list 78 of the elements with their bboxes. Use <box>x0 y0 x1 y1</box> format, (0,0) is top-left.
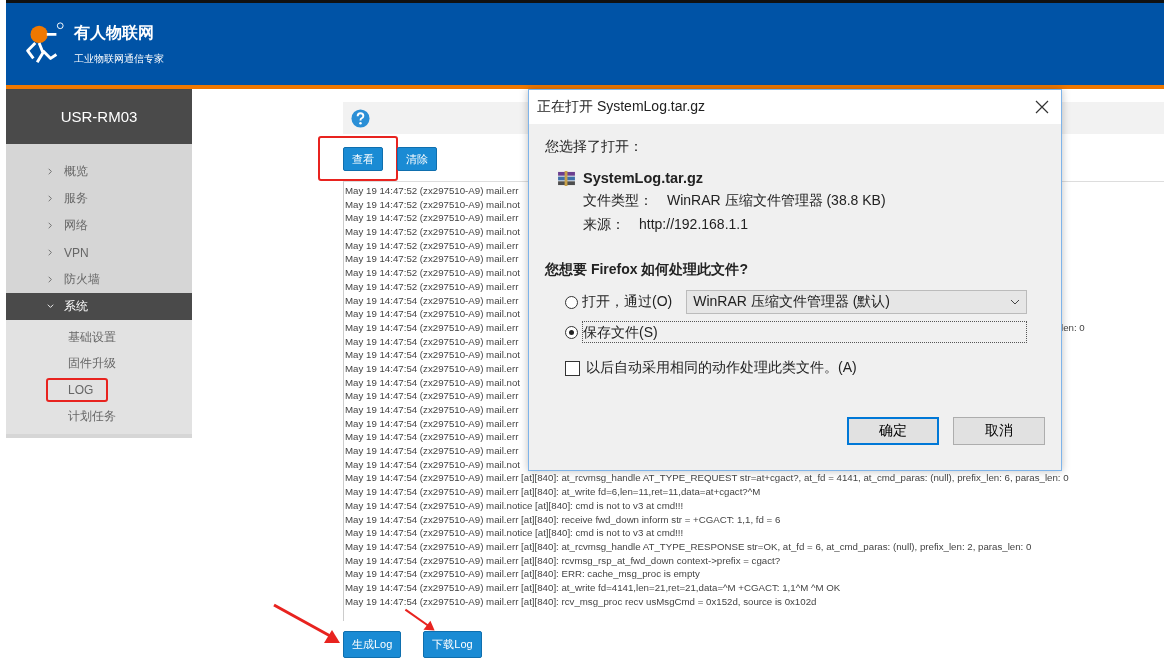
dialog-button[interactable]: 取消 <box>953 417 1045 445</box>
log-line: May 19 14:47:54 (zx297510-A9) mail.err <box>345 321 519 333</box>
sidebar-item[interactable]: 防火墙 <box>6 266 192 293</box>
log-action-button[interactable]: 生成Log <box>343 631 402 658</box>
file-name: SystemLog.tar.gz <box>583 170 704 186</box>
log-line: May 19 14:47:54 (zx297510-A9) mail.not <box>345 308 520 320</box>
log-line: May 19 14:47:54 (zx297510-A9) mail.err <box>345 390 519 402</box>
log-line: len: 0 <box>1061 320 1085 335</box>
archive-books-icon <box>557 170 576 186</box>
sidebar-subitem[interactable]: 基础设置 <box>68 328 116 346</box>
device-title: USR-RM03 <box>6 89 192 144</box>
log-line: May 19 14:47:54 (zx297510-A9) mail.err <box>345 445 519 457</box>
log-line: May 19 14:47:54 (zx297510-A9) mail.err [at][840]: at_write fd=4141,len=21,ret=21,data=^M +CGACT: 1,1^M ^M OK <box>345 581 841 593</box>
sidebar-item[interactable]: 网络 <box>6 212 192 239</box>
radio-label[interactable]: 保存文件(S) <box>582 321 1027 343</box>
log-line: May 19 14:47:54 (zx297510-A9) mail.err [at][840]: at_rcvmsg_handle AT_TYPE_RESPONSE str=OK, at_fd = 6, at_cmd_paras: (null), prefix_len: 2, paras_len: 0 <box>345 540 1032 552</box>
sidebar-subitem[interactable]: 固件升级 <box>68 355 116 373</box>
app-dropdown[interactable]: WinRAR 压缩文件管理器 (默认) <box>686 290 1027 314</box>
radio-button[interactable] <box>565 295 578 309</box>
dialog-button[interactable]: 确定 <box>847 417 939 445</box>
radio-label[interactable]: 打开，通过(O) <box>582 293 673 311</box>
brand-slogan: 工业物联网通信专家 <box>74 51 164 66</box>
log-line: May 19 14:47:52 (zx297510-A9) mail.not <box>345 267 520 279</box>
source-value: http://192.168.1.1 <box>639 216 748 234</box>
sidebar-subitem[interactable]: LOG <box>68 383 94 398</box>
brand-name: 有人物联网 <box>74 22 155 43</box>
sidebar-item[interactable]: 系统 <box>6 293 192 320</box>
log-line: May 19 14:47:52 (zx297510-A9) mail.err <box>345 185 519 196</box>
log-line: May 19 14:47:54 (zx297510-A9) mail.err <box>345 431 519 443</box>
checkbox-label[interactable]: 以后自动采用相同的动作处理此类文件。(A) <box>586 359 857 377</box>
log-line: May 19 14:47:54 (zx297510-A9) mail.err [at][840]: at_write fd=6,len=11,ret=11,data=at+cgact?^M <box>345 486 761 498</box>
caret-icon <box>1010 299 1020 305</box>
chevron-right-icon <box>46 194 55 203</box>
log-line: May 19 14:47:54 (zx297510-A9) mail.err [at][840]: at_rcvmsg_handle AT_TYPE_REQUEST str=at+cgact?, at_fd = 4141, at_cmd_paras: (null), prefix_len: 6, paras_len: 0 <box>345 472 1069 484</box>
log-action-button[interactable]: 下载Log <box>423 631 482 658</box>
log-line: May 19 14:47:54 (zx297510-A9) mail.err [at][840]: rcvmsg_rsp_at_fwd_down context->prefix = cgact? <box>345 554 781 566</box>
sidebar-subitem[interactable]: 计划任务 <box>68 408 116 426</box>
checkbox[interactable] <box>565 360 580 376</box>
log-line: May 19 14:47:54 (zx297510-A9) mail.err [at][840]: ERR: cache_msg_proc is empty <box>345 568 700 580</box>
chevron-right-icon <box>46 275 55 284</box>
log-line: May 19 14:47:54 (zx297510-A9) mail.notice [at][840]: cmd is not to v3 at cmd!!! <box>345 527 684 539</box>
log-line: May 19 14:47:54 (zx297510-A9) mail.not <box>345 458 520 470</box>
log-line: May 19 14:47:54 (zx297510-A9) mail.notice [at][840]: cmd is not to v3 at cmd!!! <box>345 499 684 511</box>
pointer-arrow <box>404 608 436 632</box>
sidebar-item[interactable]: 服务 <box>6 185 192 212</box>
log-line: May 19 14:47:54 (zx297510-A9) mail.err <box>345 335 519 347</box>
help-icon[interactable] <box>351 108 370 128</box>
log-line: May 19 14:47:54 (zx297510-A9) mail.not <box>345 349 520 361</box>
file-type-label: 文件类型： <box>583 192 653 210</box>
log-line: May 19 14:47:52 (zx297510-A9) mail.err <box>345 212 519 224</box>
log-line: May 19 14:47:52 (zx297510-A9) mail.not <box>345 226 520 238</box>
dialog-intro: 您选择了打开： <box>545 138 644 156</box>
log-line: May 19 14:47:52 (zx297510-A9) mail.err <box>345 253 519 265</box>
chevron-right-icon <box>46 248 55 257</box>
pointer-arrow <box>272 603 342 645</box>
log-line: May 19 14:47:54 (zx297510-A9) mail.err <box>345 294 519 306</box>
log-line: May 19 14:47:54 (zx297510-A9) mail.err <box>345 417 519 429</box>
log-line: May 19 14:47:52 (zx297510-A9) mail.err <box>345 239 519 251</box>
source-label: 来源： <box>583 216 625 234</box>
chevron-down-icon <box>46 302 55 311</box>
dialog-title: 正在打开 SystemLog.tar.gz <box>537 98 706 116</box>
toolbar-button[interactable]: 查看 <box>343 147 383 171</box>
chevron-right-icon <box>46 167 55 176</box>
sidebar-item[interactable]: VPN <box>6 239 192 266</box>
close-icon[interactable] <box>1035 100 1049 114</box>
log-line: May 19 14:47:54 (zx297510-A9) mail.err <box>345 404 519 415</box>
radio-button[interactable] <box>565 325 578 339</box>
chevron-right-icon <box>46 221 55 230</box>
file-type-value: WinRAR 压缩文件管理器 (38.8 KB) <box>667 192 886 210</box>
log-line: May 19 14:47:54 (zx297510-A9) mail.err [at][840]: receive fwd_down inform str = +CGACT: 1,1, fd = 6 <box>345 513 781 525</box>
log-line: May 19 14:47:52 (zx297510-A9) mail.err <box>345 280 519 292</box>
log-line: May 19 14:47:54 (zx297510-A9) mail.not <box>345 376 520 388</box>
log-line: May 19 14:47:54 (zx297510-A9) mail.err <box>345 362 519 374</box>
log-line: May 19 14:47:54 (zx297510-A9) mail.err [at][840]: rcv_msg_proc recv usMsgCmd = 0x152d, source is 0x102d <box>345 595 817 607</box>
log-line: May 19 14:47:52 (zx297510-A9) mail.not <box>345 198 520 210</box>
sidebar-item[interactable]: 概览 <box>6 158 192 185</box>
toolbar-button[interactable]: 清除 <box>397 147 437 171</box>
dialog-question: 您想要 Firefox 如何处理此文件? <box>545 261 749 279</box>
